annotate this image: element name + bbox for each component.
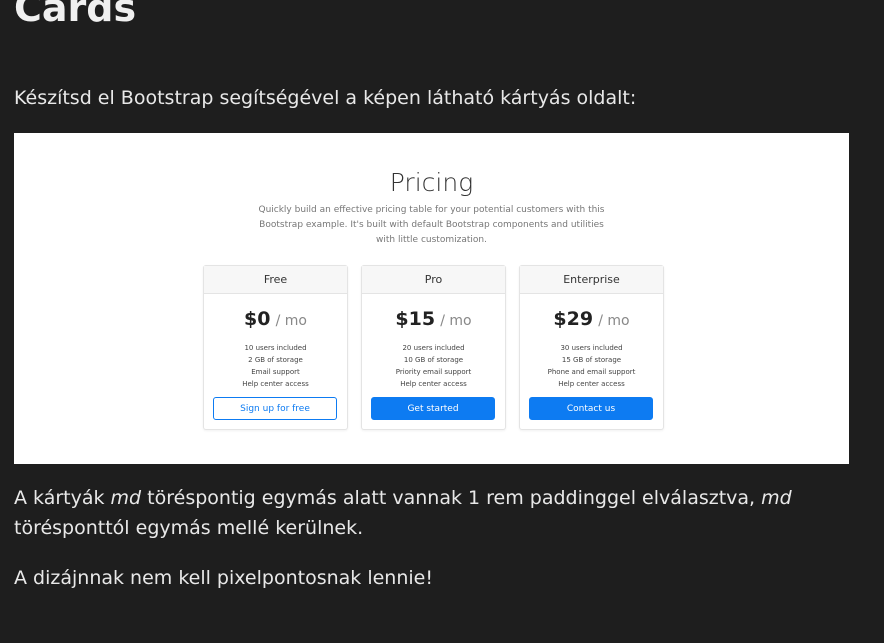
price-amount: $29 — [553, 308, 594, 330]
feature-list: 20 users included 10 GB of storage Prior… — [362, 342, 505, 390]
price-amount: $15 — [395, 308, 436, 330]
feature-list: 30 users included 15 GB of storage Phone… — [520, 342, 663, 390]
pricing-card-free: Free $0 / mo 10 users included 2 GB of s… — [203, 265, 348, 430]
feature-item: 2 GB of storage — [248, 356, 303, 364]
feature-item: Help center access — [400, 380, 467, 388]
price-unit: / mo — [598, 313, 630, 329]
para-text: töréspontig egymás alatt vannak 1 rem pa… — [141, 487, 762, 509]
para-emphasis: md — [761, 487, 792, 509]
feature-item: Help center access — [242, 380, 309, 388]
feature-item: 10 GB of storage — [403, 356, 464, 364]
card-price: $0 / mo — [204, 306, 347, 332]
pricing-title: Pricing — [389, 168, 474, 197]
para-text: törésponttól egymás mellé kerülnek. — [14, 517, 364, 539]
pricing-card-enterprise: Enterprise $29 / mo 30 users included 15… — [519, 265, 664, 430]
para-text: A kártyák — [14, 487, 111, 509]
feature-item: 30 users included — [560, 344, 623, 352]
feature-item: 10 users included — [244, 344, 307, 352]
pricing-lead: Quickly build an effective pricing table… — [258, 205, 605, 245]
design-note-paragraph: A dizájnnak nem kell pixelpontosnak lenn… — [14, 567, 433, 589]
feature-list: 10 users included 2 GB of storage Email … — [204, 342, 347, 390]
feature-item: 20 users included — [402, 344, 465, 352]
feature-item: Phone and email support — [547, 368, 636, 376]
feature-item: Email support — [251, 368, 300, 376]
get-started-button[interactable]: Get started — [371, 397, 495, 420]
breakpoint-paragraph: A kártyák md töréspontig egymás alatt va… — [14, 483, 874, 543]
card-price: $15 / mo — [362, 306, 505, 332]
page-title: Cards — [14, 0, 137, 30]
card-header: Pro — [362, 266, 505, 294]
price-unit: / mo — [440, 313, 472, 329]
feature-item: 15 GB of storage — [561, 356, 622, 364]
card-price: $29 / mo — [520, 306, 663, 332]
pricing-card-pro: Pro $15 / mo 20 users included 10 GB of … — [361, 265, 506, 430]
para-emphasis: md — [110, 487, 142, 509]
intro-text: Készítsd el Bootstrap segítségével a kép… — [14, 87, 637, 109]
example-screenshot: Pricing Quickly build an effective prici… — [14, 133, 849, 464]
price-unit: / mo — [275, 313, 307, 329]
card-header: Enterprise — [520, 266, 663, 294]
contact-us-button[interactable]: Contact us — [529, 397, 653, 420]
card-header: Free — [204, 266, 347, 294]
feature-item: Priority email support — [395, 368, 472, 376]
price-amount: $0 — [244, 308, 271, 330]
feature-item: Help center access — [558, 380, 625, 388]
sign-up-button[interactable]: Sign up for free — [213, 397, 337, 420]
